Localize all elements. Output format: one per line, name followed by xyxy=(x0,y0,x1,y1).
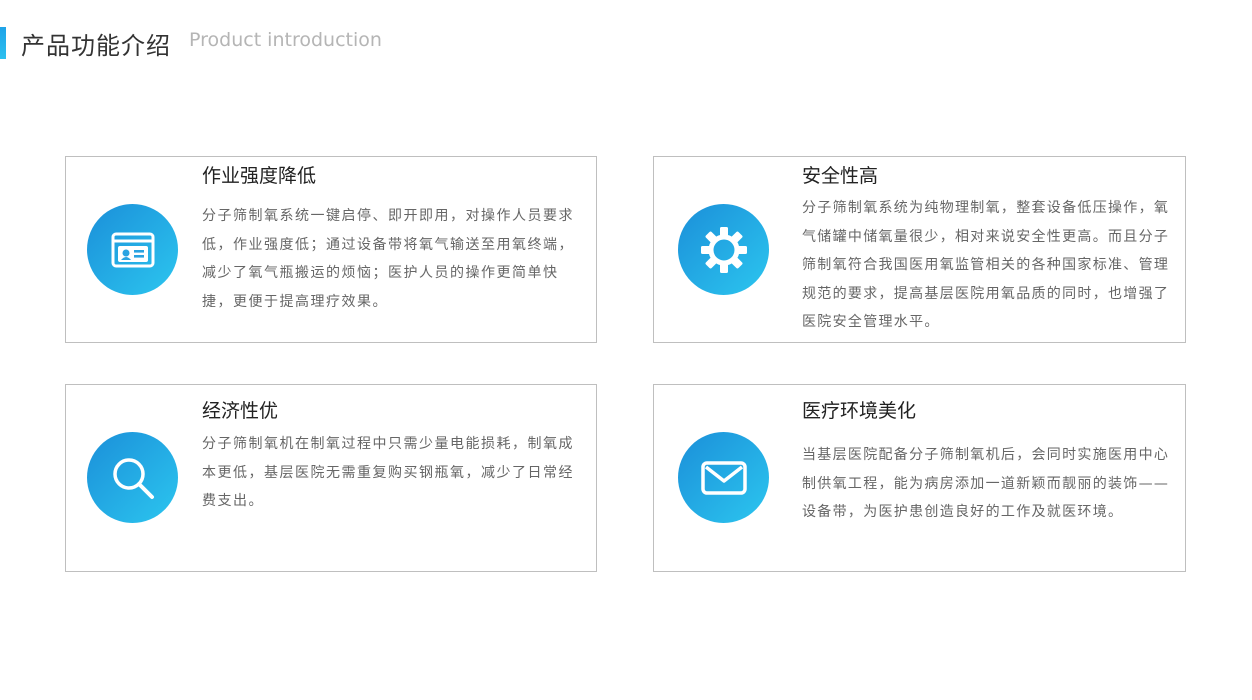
feature-card-economy: 经济性优 分子筛制氧机在制氧过程中只需少量电能损耗，制氧成本更低，基层医院无需重… xyxy=(65,384,597,572)
mail-icon xyxy=(678,432,769,523)
id-card-icon xyxy=(87,204,178,295)
feature-card-workload: 作业强度降低 分子筛制氧系统一键启停、即开即用，对操作人员要求低，作业强度低；通… xyxy=(65,156,597,343)
feature-title: 医疗环境美化 xyxy=(802,400,917,422)
feature-description: 当基层医院配备分子筛制氧机后，会同时实施医用中心制供氧工程，能为病房添加一道新颖… xyxy=(802,447,1170,520)
page-header: 产品功能介绍 Product introduction xyxy=(0,24,600,60)
page-subtitle: Product introduction xyxy=(189,29,382,51)
gear-icon xyxy=(678,204,769,295)
feature-title: 安全性高 xyxy=(802,165,879,187)
feature-description: 分子筛制氧机在制氧过程中只需少量电能损耗，制氧成本更低，基层医院无需重复购买钢瓶… xyxy=(202,436,574,509)
feature-card-environment: 医疗环境美化 当基层医院配备分子筛制氧机后，会同时实施医用中心制供氧工程，能为病… xyxy=(653,384,1186,572)
feature-title: 经济性优 xyxy=(202,400,279,422)
search-icon xyxy=(87,432,178,523)
feature-description: 分子筛制氧系统一键启停、即开即用，对操作人员要求低，作业强度低；通过设备带将氧气… xyxy=(202,208,574,310)
page-title: 产品功能介绍 xyxy=(21,32,171,60)
feature-title: 作业强度降低 xyxy=(202,165,317,187)
feature-description: 分子筛制氧系统为纯物理制氧，整套设备低压操作，氧气储罐中储氧量很少，相对来说安全… xyxy=(802,200,1170,330)
feature-card-safety: 安全性高 分子筛制氧系统为纯物理制氧，整套设备低压操作，氧气储罐中储氧量很少，相… xyxy=(653,156,1186,343)
title-accent-bar xyxy=(0,27,6,59)
